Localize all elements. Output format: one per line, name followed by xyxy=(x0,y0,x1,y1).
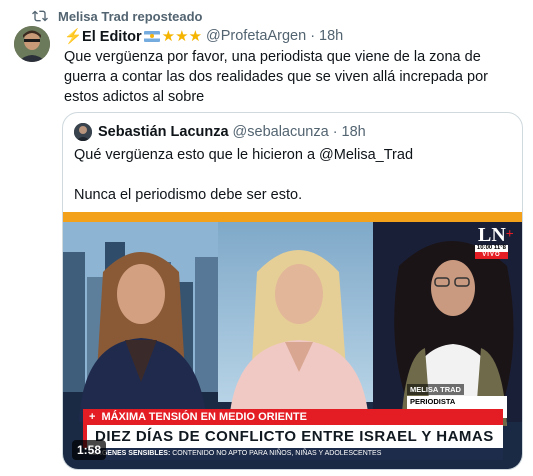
argentina-flag-icon xyxy=(143,30,160,42)
quote-author-handle: @sebalacunza xyxy=(232,124,329,140)
channel-logo: LN+ xyxy=(478,224,514,246)
banner-plus-icon: + xyxy=(89,411,96,423)
tweet-header: ⚡El Editor ★★★ @ProfetaArgen · 18h xyxy=(64,26,343,46)
separator-dot: · xyxy=(310,28,316,44)
stars-emoji: ★★★ xyxy=(161,28,203,45)
live-label: VIVO xyxy=(474,252,508,259)
quote-text: Qué vergüenza esto que le hicieron a @Me… xyxy=(74,147,414,203)
avatar[interactable] xyxy=(14,26,50,62)
tweet-text: Que vergüenza por favor, una periodista … xyxy=(64,49,488,105)
quote-author-name: Sebastián Lacunza xyxy=(98,124,229,140)
video-player[interactable]: LN+ 10:00 11°8 VIVO MELISA TRAD PERIODIS… xyxy=(63,212,522,469)
repost-icon xyxy=(32,8,48,24)
author-handle[interactable]: @ProfetaArgen xyxy=(206,28,306,44)
tweet-timestamp[interactable]: 18h xyxy=(319,28,343,44)
channel-logo-text: LN xyxy=(478,224,506,246)
presenter-center xyxy=(229,250,369,422)
quote-avatar xyxy=(74,123,92,141)
warning-banner: IMÁGENES SENSIBLES: CONTENIDO NO APTO PA… xyxy=(83,448,503,460)
live-clock: 10:00 11°8 xyxy=(474,245,508,252)
live-indicator: 10:00 11°8 VIVO xyxy=(474,245,508,259)
quote-separator-dot: · xyxy=(332,124,338,140)
quote-timestamp: 18h xyxy=(341,124,366,140)
tv-top-bar xyxy=(63,212,522,222)
repost-row: Melisa Trad reposteado xyxy=(32,7,203,25)
repost-label[interactable]: Melisa Trad reposteado xyxy=(58,9,203,24)
banner-top-text: MÁXIMA TENSIÓN EN MEDIO ORIENTE xyxy=(101,411,307,423)
channel-logo-plus: + xyxy=(505,227,514,242)
author-display-name[interactable]: ⚡El Editor xyxy=(64,28,142,45)
name-tag-name: MELISA TRAD xyxy=(407,384,464,395)
presenter-left xyxy=(79,252,207,422)
video-duration-badge: 1:58 xyxy=(72,440,107,460)
quote-header: Sebastián Lacunza @sebalacunza · 18h xyxy=(74,122,366,142)
quoted-tweet-card[interactable]: Sebastián Lacunza @sebalacunza · 18h Qué… xyxy=(62,112,523,470)
warning-text: CONTENIDO NO APTO PARA NIÑOS, NIÑAS Y AD… xyxy=(172,450,382,457)
breaking-banner-top: + MÁXIMA TENSIÓN EN MEDIO ORIENTE xyxy=(83,409,503,425)
headline-banner: DIEZ DÍAS DE CONFLICTO ENTRE ISRAEL Y HA… xyxy=(83,425,503,448)
